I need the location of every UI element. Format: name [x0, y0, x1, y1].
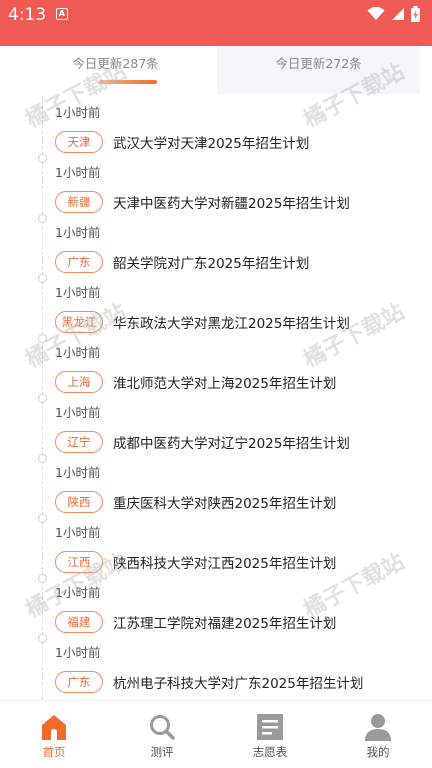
bottom-navigation: 首页 测评 志愿表 我的 [0, 700, 432, 768]
nav-label: 志愿表 [252, 745, 288, 759]
region-tag: 天津 [55, 131, 103, 153]
active-tab-indicator [99, 80, 157, 84]
signal-icon [392, 8, 404, 20]
entry-title[interactable]: 杭州电子科技大学对广东2025年招生计划 [113, 672, 363, 692]
region-tag: 辽宁 [55, 431, 103, 453]
list-item[interactable]: 1小时前 辽宁 成都中医药大学对辽宁2025年招生计划 [0, 394, 432, 456]
nav-label: 首页 [42, 745, 66, 759]
entry-time: 1小时前 [55, 405, 101, 420]
wifi-icon [367, 7, 385, 20]
timeline-dot [38, 154, 47, 163]
region-tag: 广东 [55, 671, 103, 693]
timeline-dot [38, 394, 47, 403]
entry-time: 1小时前 [55, 645, 101, 660]
timeline-dot [38, 454, 47, 463]
timeline-dot [38, 274, 47, 283]
status-time: 4:13 [8, 5, 47, 25]
home-icon [42, 715, 66, 740]
person-icon [365, 714, 391, 741]
entry-title[interactable]: 重庆医科大学对陕西2025年招生计划 [113, 492, 336, 512]
nav-item-profile[interactable]: 我的 [324, 701, 432, 768]
region-tag: 黑龙江 [55, 311, 103, 333]
list-item[interactable]: 1小时前 广东 韶关学院对广东2025年招生计划 [0, 214, 432, 276]
entry-time: 1小时前 [55, 225, 101, 240]
entry-time: 1小时前 [55, 105, 101, 120]
region-tag: 广东 [55, 251, 103, 273]
notification-icon: A [56, 8, 68, 20]
tab-today-updates-1[interactable]: 今日更新287条 [14, 46, 217, 94]
entry-title[interactable]: 天津中医药大学对新疆2025年招生计划 [113, 192, 350, 212]
timeline-dot [38, 514, 47, 523]
nav-label: 测评 [150, 745, 174, 759]
entry-title[interactable]: 淮北师范大学对上海2025年招生计划 [113, 372, 336, 392]
entry-time: 1小时前 [55, 465, 101, 480]
entry-title[interactable]: 陕西科技大学对江西2025年招生计划 [113, 552, 336, 572]
list-item[interactable]: 1小时前 上海 淮北师范大学对上海2025年招生计划 [0, 334, 432, 396]
list-item[interactable]: 1小时前 黑龙江 华东政法大学对黑龙江2025年招生计划 [0, 274, 432, 336]
status-bar: 4:13 A [0, 0, 432, 46]
list-item[interactable]: 1小时前 福建 江苏理工学院对福建2025年招生计划 [0, 574, 432, 636]
tab-today-updates-2[interactable]: 今日更新272条 [217, 46, 420, 94]
battery-icon [411, 6, 420, 22]
entry-time: 1小时前 [55, 525, 101, 540]
list-item[interactable]: 1小时前 江西 陕西科技大学对江西2025年招生计划 [0, 514, 432, 576]
entry-time: 1小时前 [55, 585, 101, 600]
region-tag: 上海 [55, 371, 103, 393]
timeline-dot [38, 334, 47, 343]
status-indicators [367, 6, 420, 22]
region-tag: 新疆 [55, 191, 103, 213]
list-item[interactable]: 1小时前 陕西 重庆医科大学对陕西2025年招生计划 [0, 454, 432, 516]
nav-item-home[interactable]: 首页 [0, 701, 108, 768]
entry-time: 1小时前 [55, 285, 101, 300]
nav-item-application-form[interactable]: 志愿表 [216, 701, 324, 768]
tab-label: 今日更新272条 [275, 56, 362, 71]
search-icon [150, 715, 175, 740]
document-icon [257, 714, 283, 740]
update-tabs: 今日更新287条 今日更新272条 [14, 46, 420, 94]
list-item[interactable]: 1小时前 新疆 天津中医药大学对新疆2025年招生计划 [0, 154, 432, 216]
region-tag: 陕西 [55, 491, 103, 513]
timeline-dot [38, 574, 47, 583]
timeline-dot [38, 634, 47, 643]
region-tag: 江西 [55, 551, 103, 573]
entry-title[interactable]: 武汉大学对天津2025年招生计划 [113, 132, 309, 152]
entry-time: 1小时前 [55, 345, 101, 360]
list-item[interactable]: 1小时前 天津 武汉大学对天津2025年招生计划 [0, 96, 432, 156]
region-tag: 福建 [55, 611, 103, 633]
entry-title[interactable]: 成都中医药大学对辽宁2025年招生计划 [113, 432, 350, 452]
nav-label: 我的 [366, 745, 390, 759]
entry-time: 1小时前 [55, 165, 101, 180]
admission-plan-feed[interactable]: 1小时前 天津 武汉大学对天津2025年招生计划 1小时前 新疆 天津中医药大学… [0, 96, 432, 700]
entry-title[interactable]: 华东政法大学对黑龙江2025年招生计划 [113, 312, 350, 332]
entry-title[interactable]: 韶关学院对广东2025年招生计划 [113, 252, 309, 272]
entry-title[interactable]: 江苏理工学院对福建2025年招生计划 [113, 612, 336, 632]
nav-item-evaluation[interactable]: 测评 [108, 701, 216, 768]
list-item[interactable]: 1小时前 广东 杭州电子科技大学对广东2025年招生计划 [0, 634, 432, 696]
tab-label: 今日更新287条 [72, 56, 159, 71]
timeline-dot [38, 214, 47, 223]
